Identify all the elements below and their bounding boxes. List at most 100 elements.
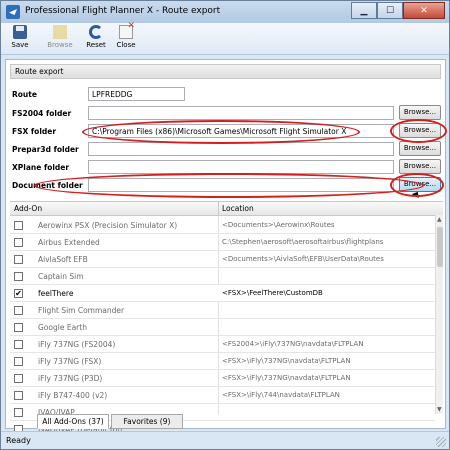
- addon-location: C:\Stephen\aerosoft\aerosoftairbus\fligh…: [222, 238, 384, 246]
- reset-label: Reset: [86, 41, 106, 49]
- scroll-down-icon[interactable]: ▼: [437, 406, 442, 413]
- xplane-label: XPlane folder: [12, 163, 70, 172]
- addon-name: Captain Sim: [38, 272, 84, 281]
- scroll-thumb[interactable]: [437, 227, 443, 267]
- addon-location: <FSX>\iFly\744\navdata\FLTPLAN: [222, 391, 340, 399]
- fsx-browse-button[interactable]: Browse...: [399, 123, 441, 138]
- addon-name: iFly 737NG (P3D): [38, 374, 103, 383]
- route-field[interactable]: LPFREDDG: [88, 87, 185, 101]
- addon-name: iFly 737NG (FSX): [38, 357, 102, 366]
- column-header-addon[interactable]: Add-On: [14, 204, 42, 213]
- addon-location: <FS2004>\iFly\737NG\navdata\FLTPLAN: [222, 340, 364, 348]
- document-folder-field[interactable]: [88, 178, 394, 192]
- row-checkbox[interactable]: ✔: [14, 289, 23, 298]
- fsx-row: FSX folder C:\Program Files (x86)\Micros…: [12, 123, 442, 138]
- table-row[interactable]: Google Earth: [10, 319, 435, 336]
- table-row[interactable]: Aerowinx PSX (Precision Simulator X) <Doc…: [10, 217, 435, 234]
- save-icon: [13, 25, 27, 39]
- fsx-label: FSX folder: [12, 127, 57, 136]
- fs2004-row: FS2004 folder Browse...: [12, 105, 442, 120]
- reset-button[interactable]: Reset: [81, 25, 111, 53]
- vertical-scrollbar[interactable]: ▲ ▼: [435, 215, 443, 414]
- fs2004-label: FS2004 folder: [12, 109, 72, 118]
- table-row[interactable]: ✔ feelThere <FSX>\FeelThere\CustomDB: [10, 285, 435, 302]
- title-bar[interactable]: Professional Flight Planner X - Route ex…: [1, 1, 449, 23]
- row-checkbox[interactable]: [14, 323, 23, 332]
- resize-grip-icon[interactable]: [436, 437, 446, 447]
- row-checkbox[interactable]: [14, 238, 23, 247]
- route-export-window: Professional Flight Planner X - Route ex…: [0, 0, 450, 450]
- prepar3d-label: Prepar3d folder: [12, 145, 79, 154]
- reset-icon: [89, 25, 103, 39]
- save-label: Save: [11, 41, 29, 49]
- table-row[interactable]: iFly 737NG (FSX) <FSX>\iFly\737NG\navdata…: [10, 353, 435, 370]
- grid-header: Add-On Location: [10, 202, 443, 216]
- maximize-button[interactable]: ☐: [377, 2, 403, 19]
- window-controls: ▁ ☐ ✕: [351, 2, 445, 20]
- xplane-folder-field[interactable]: [88, 160, 394, 174]
- export-panel: Route export Route LPFREDDG FS2004 folde…: [5, 59, 447, 438]
- status-text: Ready: [6, 436, 31, 445]
- table-row[interactable]: Captain Sim: [10, 268, 435, 285]
- addon-location: <FSX>\FeelThere\CustomDB: [222, 289, 323, 297]
- browse-button[interactable]: Browse: [45, 25, 75, 53]
- table-row[interactable]: Airbus Extended C:\Stephen\aerosoft\aeros…: [10, 234, 435, 251]
- addon-location: <Documents>\Aerowinx\Routes: [222, 221, 335, 229]
- fs2004-browse-button[interactable]: Browse...: [399, 105, 441, 120]
- close-button[interactable]: Close: [111, 21, 141, 53]
- addon-location: <FSX>\iFly\737NG\navdata\FLTPLAN: [222, 357, 351, 365]
- table-row[interactable]: Flight Sim Commander: [10, 302, 435, 319]
- addon-grid: Add-On Location Aerowinx PSX (Precision …: [10, 201, 443, 438]
- section-header: Route export: [10, 64, 441, 79]
- status-bar: Ready: [1, 431, 449, 449]
- row-checkbox[interactable]: [14, 408, 23, 417]
- addon-location: <FSX>\iFly\737NG\navdata\FLTPLAN: [222, 374, 351, 382]
- close-label: Close: [116, 41, 136, 49]
- addon-location: <Documents>\AivlaSoft\EFB\UserData\Route…: [222, 255, 384, 263]
- document-browse-button[interactable]: Browse...: [399, 177, 441, 192]
- row-checkbox[interactable]: [14, 340, 23, 349]
- addon-name: iFly 737NG (FS2004): [38, 340, 116, 349]
- row-checkbox[interactable]: [14, 255, 23, 264]
- tab-all-addons[interactable]: All Add-Ons (37): [37, 414, 109, 429]
- row-checkbox[interactable]: [14, 374, 23, 383]
- row-checkbox[interactable]: [14, 221, 23, 230]
- close-icon: [119, 21, 135, 39]
- route-label: Route: [12, 90, 37, 99]
- xplane-browse-button[interactable]: Browse...: [399, 159, 441, 174]
- table-row[interactable]: iFly B747-400 (v2) <FSX>\iFly\744\navdata…: [10, 387, 435, 404]
- document-row: Document folder Browse...: [12, 177, 442, 192]
- document-label: Document folder: [12, 181, 83, 190]
- addon-name: Google Earth: [38, 323, 87, 332]
- row-checkbox[interactable]: [14, 391, 23, 400]
- route-row: Route LPFREDDG: [12, 87, 442, 101]
- table-row[interactable]: iFly 737NG (FS2004) <FS2004>\iFly\737NG\n…: [10, 336, 435, 353]
- row-checkbox[interactable]: [14, 272, 23, 281]
- prepar3d-row: Prepar3d folder Browse...: [12, 141, 442, 156]
- scroll-up-icon[interactable]: ▲: [437, 216, 442, 223]
- browse-icon: [53, 25, 67, 39]
- app-icon: [6, 5, 20, 19]
- browse-label: Browse: [47, 41, 73, 49]
- addon-name: Aerowinx PSX (Precision Simulator X): [38, 221, 178, 230]
- row-checkbox[interactable]: [14, 306, 23, 315]
- table-row[interactable]: AivlaSoft EFB <Documents>\AivlaSoft\EFB\U…: [10, 251, 435, 268]
- prepar3d-folder-field[interactable]: [88, 142, 394, 156]
- addon-name: AivlaSoft EFB: [38, 255, 88, 264]
- minimize-button[interactable]: ▁: [351, 2, 377, 19]
- addon-name: Airbus Extended: [38, 238, 100, 247]
- fs2004-folder-field[interactable]: [88, 106, 394, 120]
- window-close-button[interactable]: ✕: [403, 2, 445, 19]
- save-button[interactable]: Save: [5, 25, 35, 53]
- fsx-folder-field[interactable]: C:\Program Files (x86)\Microsoft Games\M…: [88, 124, 394, 138]
- addon-name: Flight Sim Commander: [38, 306, 125, 315]
- row-checkbox[interactable]: [14, 357, 23, 366]
- table-row[interactable]: iFly 737NG (P3D) <FSX>\iFly\737NG\navdata…: [10, 370, 435, 387]
- window-title: Professional Flight Planner X - Route ex…: [25, 6, 221, 16]
- tab-favorites[interactable]: Favorites (9): [111, 414, 183, 429]
- prepar3d-browse-button[interactable]: Browse...: [399, 141, 441, 156]
- column-header-location[interactable]: Location: [218, 202, 254, 216]
- toolbar: Save Browse Reset Close: [1, 21, 449, 55]
- addon-name: iFly B747-400 (v2): [38, 391, 108, 400]
- xplane-row: XPlane folder Browse...: [12, 159, 442, 174]
